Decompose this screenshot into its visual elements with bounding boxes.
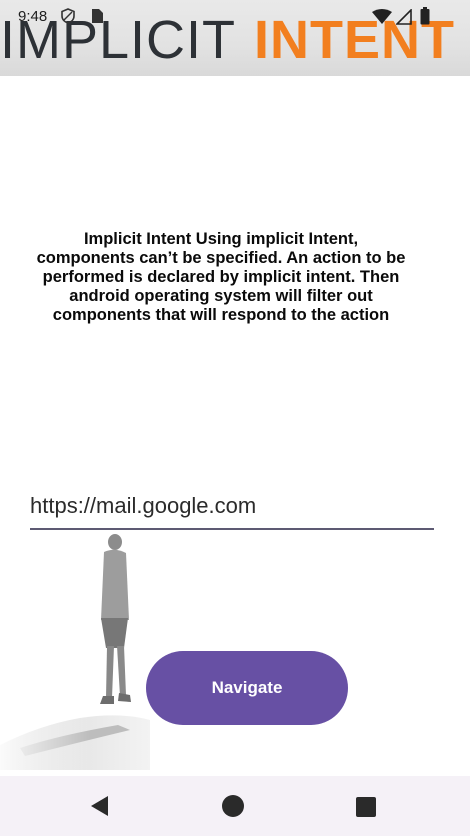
background-person-image: [0, 520, 150, 770]
status-bar: 9:48: [0, 0, 470, 32]
home-icon[interactable]: [221, 794, 245, 818]
navigate-button[interactable]: Navigate: [146, 651, 348, 725]
back-icon[interactable]: [88, 794, 110, 818]
wifi-icon: [372, 9, 392, 24]
system-navigation-bar: [0, 776, 470, 836]
url-input[interactable]: [30, 484, 434, 530]
intent-description: Implicit Intent Using implicit Intent, c…: [36, 230, 406, 324]
recents-icon[interactable]: [355, 796, 377, 818]
header-banner-image: IMPLICIT INTENT 9:48: [0, 0, 470, 76]
battery-icon: [420, 7, 430, 25]
status-time: 9:48: [18, 8, 48, 25]
signal-icon: [396, 9, 412, 25]
sim-card-icon: [92, 9, 103, 23]
shield-icon: [61, 8, 75, 24]
